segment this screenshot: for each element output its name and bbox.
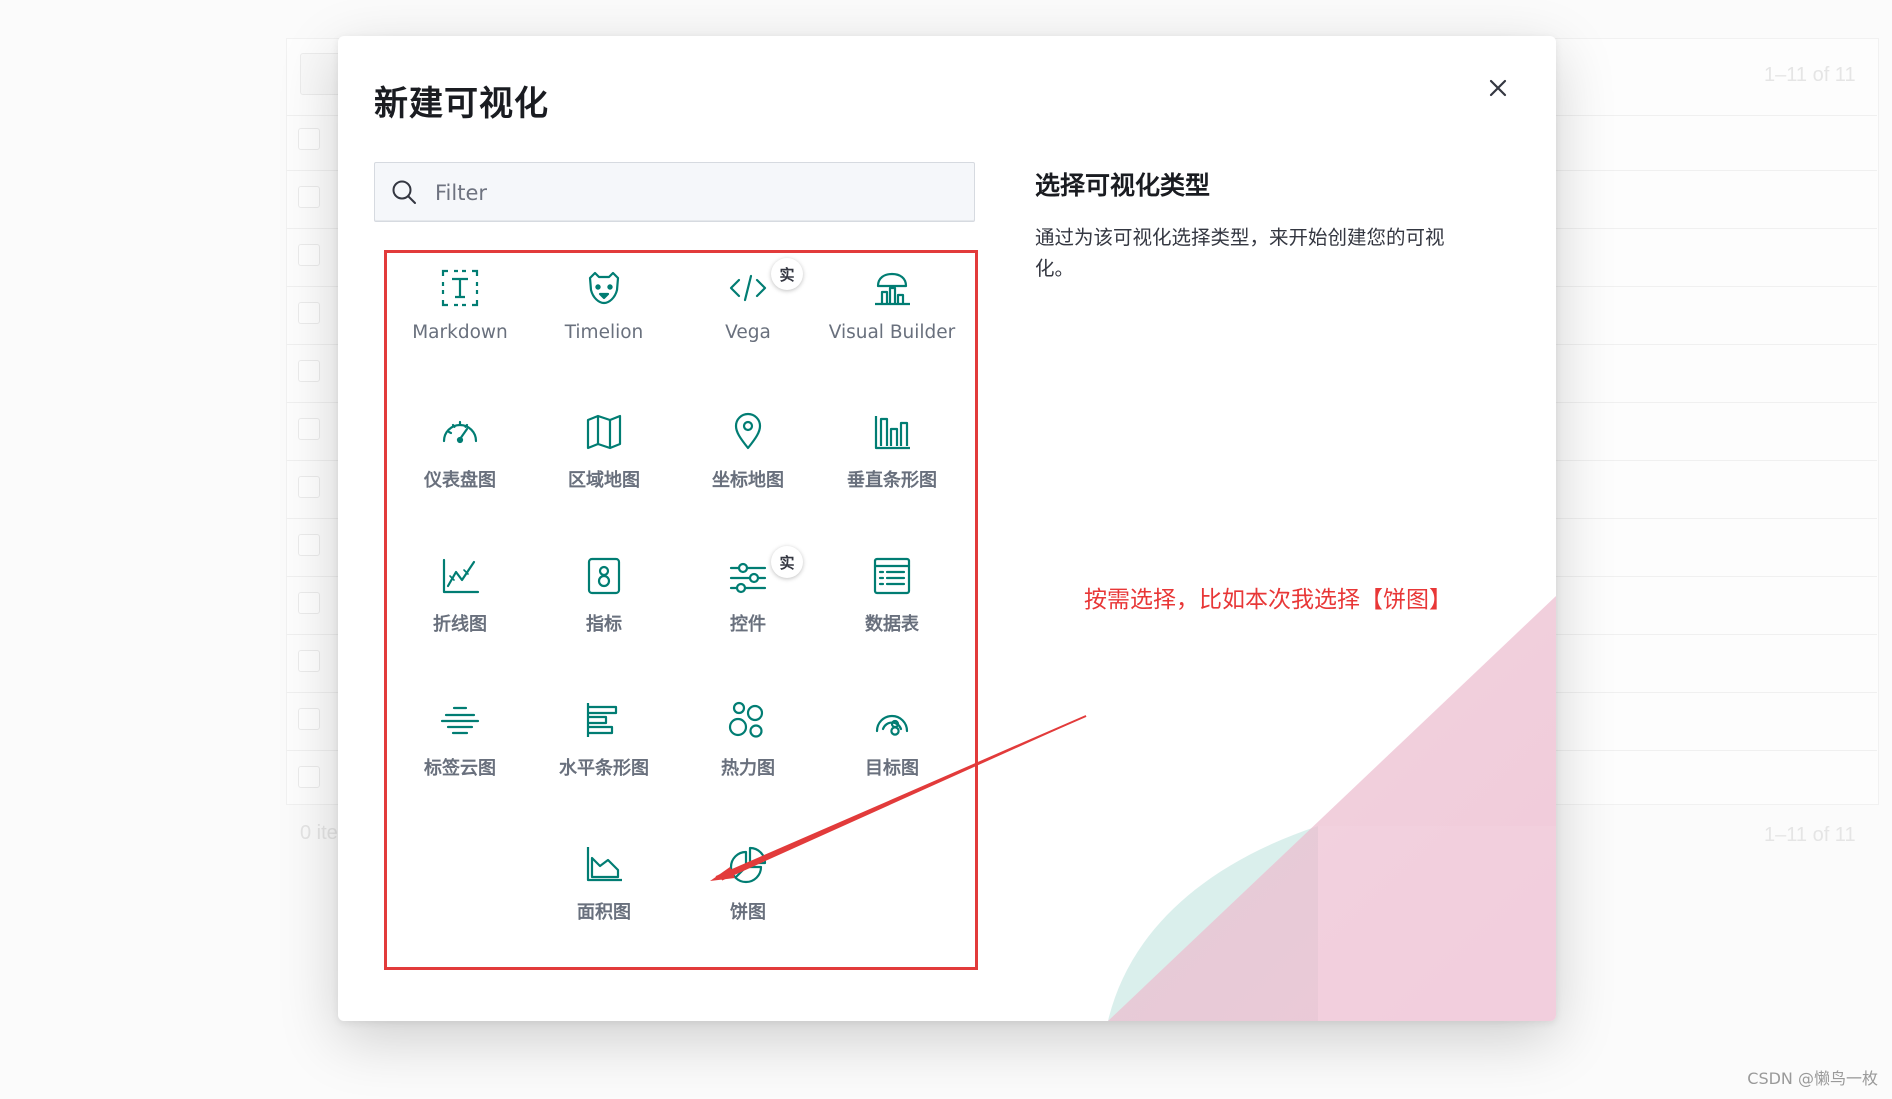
pie-chart-icon (729, 846, 767, 884)
row-checkbox (298, 244, 320, 266)
row-checkbox (298, 650, 320, 672)
code-icon (729, 274, 767, 302)
new-visualization-modal: 新建可视化 Markdown Timelio (338, 36, 1556, 1021)
experimental-badge: 实 (771, 546, 803, 578)
description-text: 通过为该可视化选择类型，来开始创建您的可视化。 (1035, 226, 1445, 280)
type-label: Visual Builder (828, 322, 956, 343)
filter-input[interactable] (433, 163, 957, 223)
close-icon (1489, 79, 1507, 97)
table-footer-count: 0 ite (300, 822, 338, 844)
type-timelion[interactable]: Timelion (532, 248, 676, 358)
row-checkbox (298, 302, 320, 324)
type-line[interactable]: 折线图 (388, 536, 532, 646)
region-map-icon (586, 414, 622, 450)
type-pie[interactable]: 饼图 (676, 824, 820, 934)
watermark: CSDN @懒鸟一枚 (1747, 1069, 1878, 1088)
type-goal[interactable]: 目标图 (820, 680, 964, 790)
visual-builder-icon (875, 272, 910, 306)
goal-icon (875, 714, 909, 736)
close-button[interactable] (1476, 66, 1520, 110)
type-label: 标签云图 (424, 758, 496, 779)
controls-icon (729, 562, 767, 594)
type-label: 折线图 (433, 614, 487, 635)
search-icon (392, 180, 416, 204)
type-horizontal-bar[interactable]: 水平条形图 (532, 680, 676, 790)
type-label: 区域地图 (568, 470, 640, 491)
type-label: 仪表盘图 (424, 470, 496, 491)
vertical-bar-icon (874, 416, 910, 450)
row-checkbox (298, 534, 320, 556)
type-visual-builder[interactable]: Visual Builder (820, 248, 964, 358)
markdown-icon (441, 269, 479, 307)
type-label: 控件 (730, 614, 766, 635)
row-checkbox (298, 592, 320, 614)
row-checkbox (298, 766, 320, 788)
row-checkbox (298, 360, 320, 382)
annotation-text: 按需选择，比如本次我选择【饼图】 (1084, 587, 1452, 613)
filter-search-box[interactable] (374, 162, 975, 223)
line-chart-icon (442, 558, 480, 594)
area-chart-icon (586, 847, 622, 882)
type-metric[interactable]: 指标 (532, 536, 676, 646)
type-vega[interactable]: Vega 实 (676, 248, 820, 358)
type-label: 垂直条形图 (847, 470, 937, 491)
type-markdown[interactable]: Markdown (388, 248, 532, 358)
row-checkbox (298, 128, 320, 150)
type-controls[interactable]: 控件 实 (676, 536, 820, 646)
row-checkbox (298, 476, 320, 498)
visualization-types-grid: Markdown Timelion Vega 实 Visual Builder … (388, 248, 964, 993)
type-area[interactable]: 面积图 (532, 824, 676, 934)
type-label: Timelion (564, 322, 644, 343)
type-coordinate-map[interactable]: 坐标地图 (676, 392, 820, 502)
type-region-map[interactable]: 区域地图 (532, 392, 676, 502)
type-label: 水平条形图 (559, 758, 649, 779)
description-title: 选择可视化类型 (1035, 171, 1211, 200)
type-label: 指标 (586, 614, 622, 635)
type-label: 热力图 (721, 758, 775, 779)
type-heatmap[interactable]: 热力图 (676, 680, 820, 790)
type-vertical-bar[interactable]: 垂直条形图 (820, 392, 964, 502)
pagination-top: 1–11 of 11 (1764, 64, 1856, 86)
type-gauge[interactable]: 仪表盘图 (388, 392, 532, 502)
pagination-bottom: 1–11 of 11 (1764, 824, 1856, 846)
modal-title: 新建可视化 (374, 84, 549, 124)
data-table-icon (873, 557, 911, 595)
experimental-badge: 实 (771, 258, 803, 290)
map-marker-icon (734, 412, 762, 450)
type-label: 面积图 (577, 902, 631, 923)
type-data-table[interactable]: 数据表 (820, 536, 964, 646)
row-checkbox (298, 708, 320, 730)
type-label: 数据表 (865, 614, 919, 635)
heatmap-icon (728, 701, 764, 738)
horizontal-bar-icon (586, 703, 618, 737)
gauge-icon (442, 420, 478, 444)
timelion-icon (588, 271, 620, 305)
type-label: 坐标地图 (712, 470, 784, 491)
row-checkbox (298, 418, 320, 440)
tag-cloud-icon (440, 706, 480, 735)
type-label: Markdown (412, 322, 508, 343)
type-label: 目标图 (865, 758, 919, 779)
metric-icon (587, 557, 621, 595)
row-checkbox (298, 186, 320, 208)
type-label: 饼图 (730, 902, 766, 923)
type-tag-cloud[interactable]: 标签云图 (388, 680, 532, 790)
type-label: Vega (725, 322, 771, 343)
